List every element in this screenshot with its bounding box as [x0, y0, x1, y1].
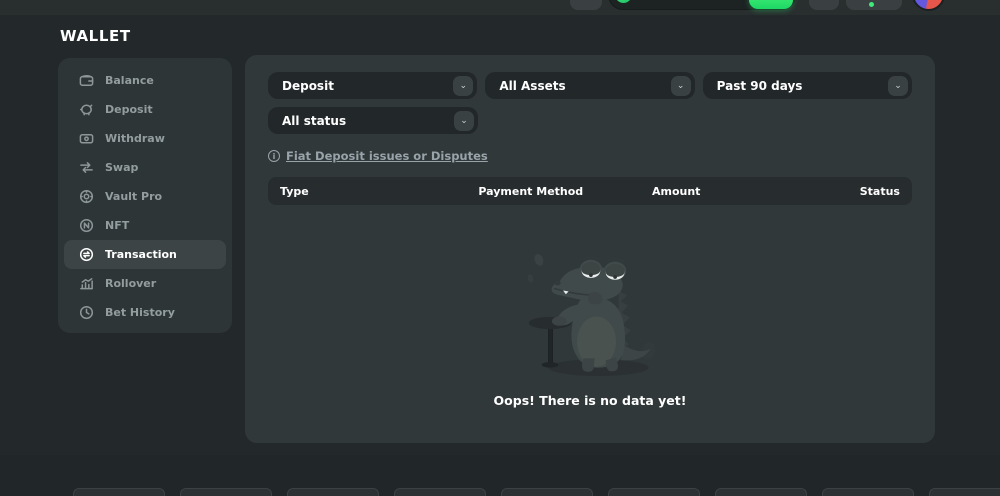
coin-swap-icon: [79, 247, 94, 262]
footer-payment-tile[interactable]: [929, 488, 1000, 496]
vault-icon: [79, 189, 94, 204]
chart-icon: [79, 276, 94, 291]
footer-payment-tile[interactable]: [394, 488, 486, 496]
nft-coin-icon: [79, 218, 94, 233]
footer-payment-tile[interactable]: [608, 488, 700, 496]
sidebar-item-label: Bet History: [105, 306, 175, 319]
topbar: [0, 0, 1000, 15]
sidebar-item-label: NFT: [105, 219, 129, 232]
sidebar-item-deposit[interactable]: Deposit: [64, 95, 226, 124]
chevron-down-icon[interactable]: ⌄: [671, 76, 691, 96]
empty-state: Oops! There is no data yet!: [268, 239, 912, 408]
clock-icon: [79, 305, 94, 320]
column-header-amount: Amount: [652, 185, 807, 198]
grid-icon-button[interactable]: [809, 0, 839, 10]
chevron-down-icon[interactable]: ⌄: [453, 76, 473, 96]
date-range-select[interactable]: Past 90 days ⌄: [703, 72, 912, 99]
footer-payment-tile[interactable]: [715, 488, 807, 496]
sidebar-item-vault-pro[interactable]: Vault Pro: [64, 182, 226, 211]
table-header-row: Type Payment Method Amount Status: [268, 177, 912, 205]
fiat-dispute-help-row: i Fiat Deposit issues or Disputes: [268, 149, 912, 163]
select-value: Deposit: [282, 79, 334, 93]
notification-dot: [869, 2, 874, 7]
column-header-payment-method: Payment Method: [478, 185, 652, 198]
user-avatar[interactable]: [912, 0, 945, 11]
cash-icon: [79, 131, 94, 146]
footer: [0, 455, 1000, 496]
select-value: All status: [282, 114, 346, 128]
column-header-type: Type: [280, 185, 478, 198]
filter-row-2: All status ⌄: [268, 107, 912, 134]
sleepy-crocodile-illustration: [511, 239, 669, 381]
wallet-sidebar: Balance Deposit Withdraw Swap Vault Pro: [58, 58, 232, 333]
swap-arrows-icon: [79, 160, 94, 175]
status-select[interactable]: All status ⌄: [268, 107, 478, 134]
sidebar-item-label: Transaction: [105, 248, 177, 261]
footer-payment-tile[interactable]: [822, 488, 914, 496]
transaction-type-select[interactable]: Deposit ⌄: [268, 72, 477, 99]
transaction-panel: Deposit ⌄ All Assets ⌄ Past 90 days ⌄ Al…: [245, 55, 935, 443]
sidebar-item-transaction[interactable]: Transaction: [64, 240, 226, 269]
wallet-icon: [79, 73, 94, 88]
chat-button[interactable]: [846, 0, 902, 10]
sidebar-item-balance[interactable]: Balance: [64, 66, 226, 95]
chevron-down-icon[interactable]: ⌄: [888, 76, 908, 96]
empty-state-message: Oops! There is no data yet!: [494, 393, 687, 408]
sidebar-item-label: Withdraw: [105, 132, 165, 145]
fiat-dispute-link[interactable]: Fiat Deposit issues or Disputes: [286, 149, 488, 163]
sidebar-item-bet-history[interactable]: Bet History: [64, 298, 226, 327]
sidebar-item-label: Balance: [105, 74, 154, 87]
deposit-button[interactable]: [749, 0, 793, 9]
page-title: WALLET: [60, 27, 131, 45]
select-value: All Assets: [499, 79, 565, 93]
footer-payment-tile[interactable]: [73, 488, 165, 496]
footer-payment-tile[interactable]: [501, 488, 593, 496]
sidebar-item-swap[interactable]: Swap: [64, 153, 226, 182]
sidebar-item-nft[interactable]: NFT: [64, 211, 226, 240]
sidebar-item-withdraw[interactable]: Withdraw: [64, 124, 226, 153]
footer-payment-tile[interactable]: [180, 488, 272, 496]
sidebar-item-label: Swap: [105, 161, 138, 174]
column-header-status: Status: [807, 185, 900, 198]
footer-payment-tile[interactable]: [287, 488, 379, 496]
asset-select[interactable]: All Assets ⌄: [485, 72, 694, 99]
sidebar-item-label: Vault Pro: [105, 190, 162, 203]
info-circle-icon: i: [268, 150, 280, 162]
sidebar-item-label: Rollover: [105, 277, 156, 290]
filter-row-1: Deposit ⌄ All Assets ⌄ Past 90 days ⌄: [268, 72, 912, 99]
select-value: Past 90 days: [717, 79, 803, 93]
sidebar-item-rollover[interactable]: Rollover: [64, 269, 226, 298]
topbar-button-left[interactable]: [570, 0, 602, 10]
wallet-page: WALLET Balance Deposit Withdraw Swap: [0, 0, 1000, 496]
sidebar-item-label: Deposit: [105, 103, 153, 116]
chevron-down-icon[interactable]: ⌄: [454, 111, 474, 131]
piggy-bank-icon: [79, 102, 94, 117]
footer-tiles: [73, 488, 1000, 496]
